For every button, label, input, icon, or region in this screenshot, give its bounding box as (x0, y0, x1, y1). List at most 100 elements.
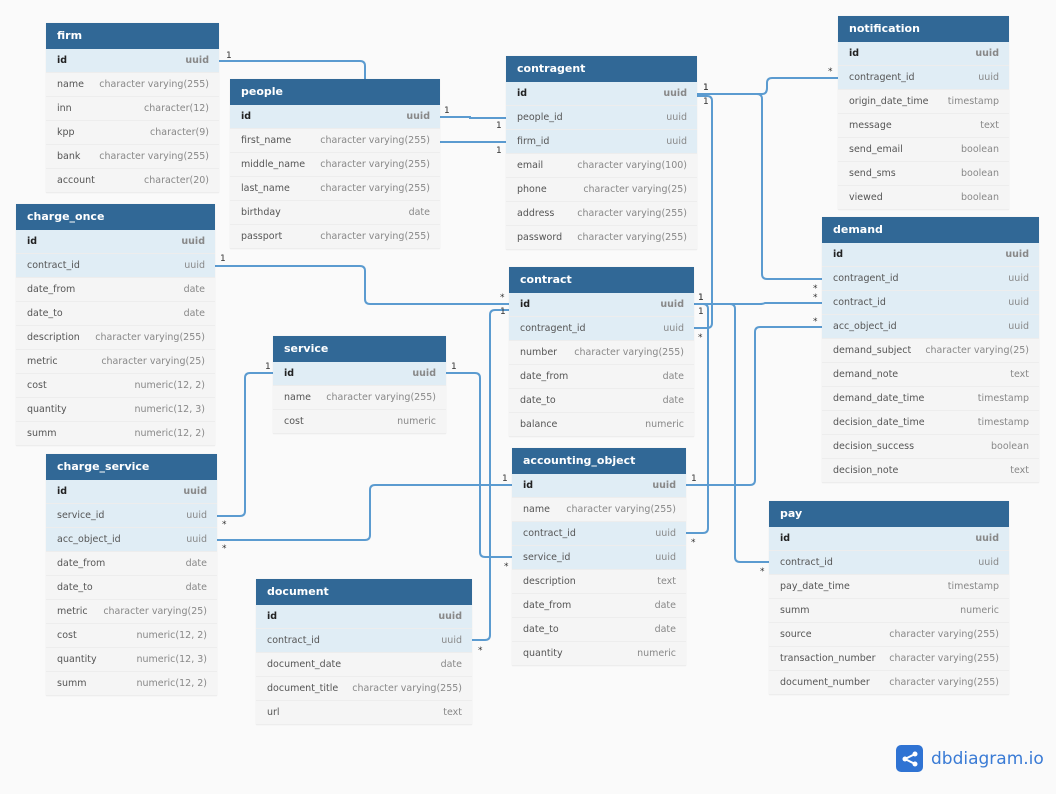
brand-logo[interactable]: dbdiagram.io (896, 745, 1044, 772)
relationship-line[interactable] (697, 77, 838, 95)
relationship-line[interactable] (446, 372, 512, 558)
table-contragent[interactable]: contragent id uuid people_id uuid firm_id uuid… (506, 56, 697, 250)
table-row[interactable]: date_to date (46, 576, 217, 600)
table-header[interactable]: accounting_object (512, 448, 686, 474)
table-row[interactable]: demand_note text (822, 363, 1039, 387)
table-row[interactable]: contract_id uuid (256, 629, 472, 653)
table-row[interactable]: address character varying(255) (506, 202, 697, 226)
table-row[interactable]: name character varying(255) (46, 73, 219, 97)
table-row[interactable]: message text (838, 114, 1009, 138)
table-row[interactable]: acc_object_id uuid (822, 315, 1039, 339)
table-row[interactable]: contract_id uuid (769, 551, 1009, 575)
table-row[interactable]: origin_date_time timestamp (838, 90, 1009, 114)
table-row[interactable]: service_id uuid (512, 546, 686, 570)
table-row[interactable]: demand_subject character varying(25) (822, 339, 1039, 363)
table-row[interactable]: id uuid (769, 527, 1009, 551)
table-row[interactable]: url text (256, 701, 472, 725)
table-header[interactable]: notification (838, 16, 1009, 42)
table-row[interactable]: cost numeric (273, 410, 446, 434)
table-row[interactable]: viewed boolean (838, 186, 1009, 210)
table-row[interactable]: id uuid (506, 82, 697, 106)
table-row[interactable]: description character varying(255) (16, 326, 215, 350)
table-header[interactable]: charge_service (46, 454, 217, 480)
table-row[interactable]: name character varying(255) (512, 498, 686, 522)
relationship-line[interactable] (697, 93, 822, 280)
table-row[interactable]: inn character(12) (46, 97, 219, 121)
table-row[interactable]: date_from date (46, 552, 217, 576)
table-header[interactable]: service (273, 336, 446, 362)
table-row[interactable]: balance numeric (509, 413, 694, 437)
table-row[interactable]: id uuid (838, 42, 1009, 66)
table-row[interactable]: kpp character(9) (46, 121, 219, 145)
table-row[interactable]: send_sms boolean (838, 162, 1009, 186)
table-row[interactable]: source character varying(255) (769, 623, 1009, 647)
diagram-canvas[interactable]: 1 1 1 1 1 * 1 * 1 * 1 * 1 * 1 * 1 * 1 * 1 * 1 * 1 * 1 * firm id uuid n… (0, 0, 1056, 794)
table-row[interactable]: pay_date_time timestamp (769, 575, 1009, 599)
table-demand[interactable]: demand id uuid contragent_id uuid contract_id… (822, 217, 1039, 483)
table-row[interactable]: acc_object_id uuid (46, 528, 217, 552)
table-row[interactable]: id uuid (509, 293, 694, 317)
table-row[interactable]: cost numeric(12, 2) (46, 624, 217, 648)
table-row[interactable]: contragent_id uuid (509, 317, 694, 341)
table-service[interactable]: service id uuid name character varying(255) c… (273, 336, 446, 434)
relationship-line[interactable] (217, 372, 273, 517)
relationship-line[interactable] (215, 265, 509, 305)
table-row[interactable]: id uuid (273, 362, 446, 386)
table-row[interactable]: decision_date_time timestamp (822, 411, 1039, 435)
table-row[interactable]: summ numeric(12, 2) (46, 672, 217, 696)
table-document[interactable]: document id uuid contract_id uuid document_da… (256, 579, 472, 725)
table-accounting-object[interactable]: accounting_object id uuid name character var… (512, 448, 686, 666)
table-row[interactable]: birthday date (230, 201, 440, 225)
table-header[interactable]: document (256, 579, 472, 605)
relationship-line[interactable] (686, 326, 822, 486)
table-row[interactable]: name character varying(255) (273, 386, 446, 410)
table-row[interactable]: password character varying(255) (506, 226, 697, 250)
table-row[interactable]: passport character varying(255) (230, 225, 440, 249)
table-header[interactable]: contract (509, 267, 694, 293)
table-row[interactable]: send_email boolean (838, 138, 1009, 162)
table-contract[interactable]: contract id uuid contragent_id uuid number cha… (509, 267, 694, 437)
table-row[interactable]: document_date date (256, 653, 472, 677)
table-row[interactable]: document_number character varying(255) (769, 671, 1009, 695)
table-header[interactable]: people (230, 79, 440, 105)
table-header[interactable]: pay (769, 501, 1009, 527)
table-charge-once[interactable]: charge_once id uuid contract_id uuid date_fro… (16, 204, 215, 446)
table-row[interactable]: email character varying(100) (506, 154, 697, 178)
table-row[interactable]: quantity numeric (512, 642, 686, 666)
table-header[interactable]: charge_once (16, 204, 215, 230)
table-row[interactable]: date_from date (509, 365, 694, 389)
table-header[interactable]: firm (46, 23, 219, 49)
table-row[interactable]: id uuid (46, 49, 219, 73)
table-row[interactable]: date_from date (512, 594, 686, 618)
table-header[interactable]: demand (822, 217, 1039, 243)
table-row[interactable]: id uuid (230, 105, 440, 129)
table-row[interactable]: cost numeric(12, 2) (16, 374, 215, 398)
table-row[interactable]: document_title character varying(255) (256, 677, 472, 701)
table-row[interactable]: people_id uuid (506, 106, 697, 130)
relationship-line[interactable] (440, 116, 506, 119)
table-row[interactable]: quantity numeric(12, 3) (46, 648, 217, 672)
table-row[interactable]: date_to date (509, 389, 694, 413)
table-row[interactable]: contract_id uuid (16, 254, 215, 278)
table-row[interactable]: bank character varying(255) (46, 145, 219, 169)
table-row[interactable]: number character varying(255) (509, 341, 694, 365)
table-row[interactable]: metric character varying(25) (16, 350, 215, 374)
table-row[interactable]: date_to date (512, 618, 686, 642)
relationship-line[interactable] (217, 484, 512, 541)
table-header[interactable]: contragent (506, 56, 697, 82)
table-row[interactable]: id uuid (512, 474, 686, 498)
table-charge-service[interactable]: charge_service id uuid service_id uuid acc_ob… (46, 454, 217, 696)
table-row[interactable]: id uuid (256, 605, 472, 629)
table-row[interactable]: contract_id uuid (822, 291, 1039, 315)
table-row[interactable]: decision_note text (822, 459, 1039, 483)
table-row[interactable]: decision_success boolean (822, 435, 1039, 459)
relationship-line[interactable] (694, 303, 769, 563)
table-pay[interactable]: pay id uuid contract_id uuid pay_date_time tim… (769, 501, 1009, 695)
table-row[interactable]: description text (512, 570, 686, 594)
table-row[interactable]: firm_id uuid (506, 130, 697, 154)
table-row[interactable]: id uuid (16, 230, 215, 254)
table-row[interactable]: demand_date_time timestamp (822, 387, 1039, 411)
table-row[interactable]: contragent_id uuid (838, 66, 1009, 90)
table-row[interactable]: first_name character varying(255) (230, 129, 440, 153)
table-row[interactable]: phone character varying(25) (506, 178, 697, 202)
